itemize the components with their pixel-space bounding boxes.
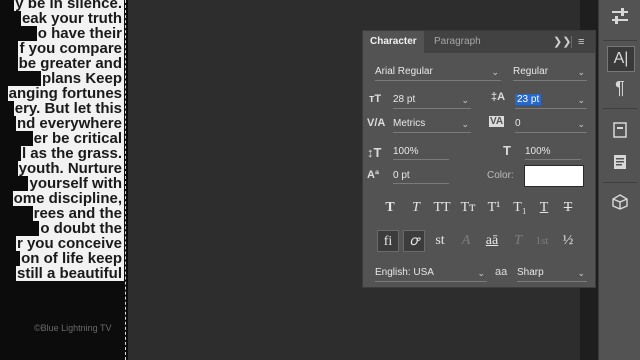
faux-italic-button[interactable]: T	[405, 197, 427, 219]
document-text-line: yourself with	[28, 175, 124, 192]
strikethrough-button[interactable]: T	[557, 197, 579, 219]
vertical-scale-field[interactable]: 100%	[393, 144, 449, 160]
fractions-button[interactable]: ½	[557, 230, 579, 252]
kerning-select[interactable]: Metrics ⌄	[393, 115, 471, 133]
document-text-line: anging fortunes	[7, 85, 124, 102]
small-caps-button[interactable]: Tт	[457, 197, 479, 219]
font-size-field[interactable]: 28 pt ⌄	[393, 91, 471, 109]
document-text-line: o doubt the	[39, 220, 124, 237]
baseline-shift-field[interactable]: 0 pt	[393, 168, 449, 184]
baseline-shift-icon: Aª	[367, 169, 380, 181]
glyphs-icon[interactable]	[607, 118, 633, 142]
chevron-down-icon: ⌄	[477, 268, 485, 278]
font-family-select[interactable]: Arial Regular ⌄	[375, 63, 501, 81]
ordinals-button[interactable]: 1st	[531, 230, 553, 252]
notes-icon[interactable]	[607, 150, 633, 174]
paragraph-icon[interactable]: ¶	[607, 76, 633, 100]
stylistic-alternates-button[interactable]: aā	[481, 230, 503, 252]
document-text-line: eak your truth	[20, 10, 124, 27]
document-text-line: r you conceive	[15, 235, 124, 252]
language-select[interactable]: English: USA ⌄	[375, 264, 487, 282]
document-text-line: ery. But let this	[13, 100, 124, 117]
leading-icon: ‡A	[491, 91, 506, 103]
all-caps-button[interactable]: TT	[431, 197, 453, 219]
document-text-line: l as the grass.	[20, 145, 124, 162]
leading-field[interactable]: 23 pt ⌄	[515, 91, 587, 109]
ligatures-button[interactable]: fi	[377, 230, 399, 252]
chevron-down-icon: ⌄	[461, 119, 469, 129]
chevron-down-icon: ⌄	[491, 67, 499, 77]
chevron-down-icon: ⌄	[577, 268, 585, 278]
color-swatch[interactable]	[524, 165, 584, 187]
document-text-line: ome discipline,	[12, 190, 124, 207]
character-panel: Character Paragraph ❯❯ ≡ Arial Regular ⌄ …	[362, 30, 596, 288]
tab-character[interactable]: Character	[363, 31, 424, 53]
titling-alternates-button[interactable]: T	[507, 230, 529, 252]
chevron-down-icon: ⌄	[577, 95, 585, 105]
antialias-icon: aa	[495, 266, 508, 278]
chevron-down-icon: ⌄	[577, 119, 585, 129]
vertical-scale-icon: ↕T	[367, 145, 382, 160]
font-size-icon: ᴛT	[369, 93, 382, 105]
3d-cube-icon[interactable]	[607, 190, 633, 214]
color-label: Color:	[487, 170, 514, 181]
horizontal-scale-icon: T	[503, 143, 511, 158]
canvas-edge-guide	[125, 0, 126, 360]
font-style-select[interactable]: Regular ⌄	[513, 63, 587, 81]
subscript-button[interactable]: T₁	[509, 197, 531, 219]
antialias-select[interactable]: Sharp ⌄	[517, 264, 587, 282]
document-text-line: youth. Nurture	[17, 160, 124, 177]
double-chevron-right-icon[interactable]: ❯❯	[553, 31, 571, 53]
document-text-line: be greater and	[17, 55, 124, 72]
document-text-line: o have their	[36, 25, 124, 42]
character-icon[interactable]: A|	[607, 46, 635, 72]
document-text-line: rees and the	[32, 205, 124, 222]
document-text-line: er be critical	[32, 130, 124, 147]
tracking-select[interactable]: 0 ⌄	[515, 115, 587, 133]
panel-dock: A| ¶	[598, 0, 640, 360]
document-text-line: nd everywhere	[15, 115, 124, 132]
tracking-icon: VA	[489, 116, 505, 127]
document-text-line: plans Keep	[40, 70, 124, 87]
document-text-line: on of life keep	[20, 250, 124, 267]
panel-tab-bar: Character Paragraph ❯❯ ≡	[363, 31, 595, 53]
hamburger-menu-icon[interactable]: ≡	[578, 31, 584, 53]
discretionary-ligatures-button[interactable]: st	[429, 230, 451, 252]
faux-bold-button[interactable]: T	[379, 197, 401, 219]
kerning-icon: V/A	[367, 117, 386, 129]
tab-paragraph[interactable]: Paragraph	[427, 31, 488, 53]
old-style-button[interactable]: ꝍ	[403, 230, 425, 252]
swash-button[interactable]: A	[455, 230, 477, 252]
superscript-button[interactable]: T¹	[483, 197, 505, 219]
credit-text: ©Blue Lightning TV	[34, 323, 112, 333]
document-canvas[interactable]: y be in silence. eak your truth o have the…	[0, 0, 128, 360]
document-text-line: f you compare	[18, 40, 124, 57]
document-text-line: still a beautiful	[15, 265, 124, 282]
chevron-down-icon: ⌄	[577, 67, 585, 77]
chevron-down-icon: ⌄	[461, 95, 469, 105]
adjustments-icon[interactable]	[607, 4, 633, 28]
underline-button[interactable]: T	[533, 197, 555, 219]
horizontal-scale-field[interactable]: 100%	[525, 144, 581, 160]
